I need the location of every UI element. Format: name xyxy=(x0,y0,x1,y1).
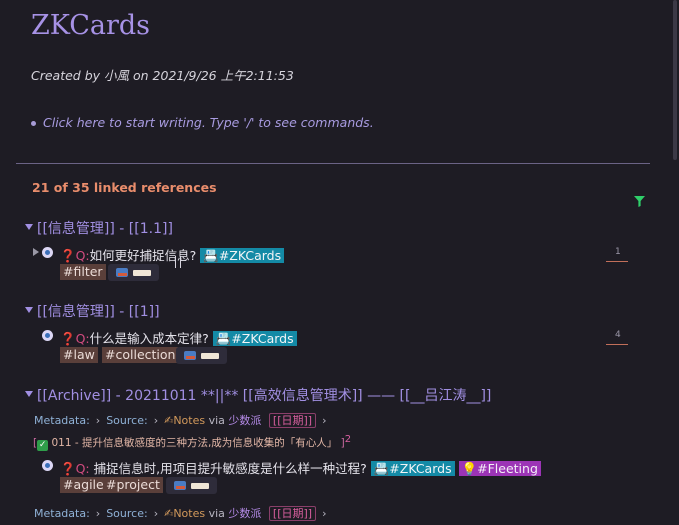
tag-zkcards[interactable]: 📇#ZKCards xyxy=(212,331,297,346)
reference-count-underline xyxy=(606,344,628,345)
book-icon xyxy=(184,351,196,360)
reference-count[interactable]: 4 xyxy=(615,330,621,340)
block-bullet-icon[interactable] xyxy=(42,460,53,471)
question-mark-icon: ❓ xyxy=(60,331,76,346)
tag-collection[interactable]: #collection xyxy=(102,347,179,363)
tag-project[interactable]: #project xyxy=(103,477,163,493)
reference-group-heading[interactable]: [[信息管理]] - [[1.1]] xyxy=(37,218,173,238)
block-bullet-icon[interactable] xyxy=(42,330,53,341)
question-block[interactable]: ❓Q:如何更好捕捉信息? 📇#ZKCards xyxy=(60,245,285,264)
metadata-breadcrumb: Metadata: › Source: › ✍Notes via 少数派 [[日期]] › xyxy=(34,506,327,521)
linked-references-count: 21 of 35 linked references xyxy=(32,180,217,195)
page: ZKCards Created by 小風 on 2021/9/26 上午2:1… xyxy=(0,0,679,525)
reference-group-heading[interactable]: [[信息管理]] - [[1]] xyxy=(37,301,160,321)
filter-icon[interactable] xyxy=(634,196,645,207)
collapse-caret[interactable] xyxy=(25,391,33,397)
parent-block[interactable]: [✓ 011 - 提升信息敏感度的三种方法,成为信息收集的「有心人」 ]2 xyxy=(33,434,351,451)
tag-law[interactable]: #law xyxy=(60,347,98,363)
reference-count-underline xyxy=(606,261,628,262)
created-by-line: Created by 小風 on 2021/9/26 上午2:11:53 xyxy=(31,68,294,83)
tag-zkcards[interactable]: 📇#ZKCards xyxy=(200,248,285,263)
divider xyxy=(16,163,650,164)
checkbox-icon[interactable]: ✓ xyxy=(37,440,49,451)
metadata-breadcrumb: Metadata: › Source: › ✍Notes via 少数派 [[日期]] › xyxy=(34,413,327,428)
emoji-chip xyxy=(108,264,159,281)
tag-agile[interactable]: #agile xyxy=(60,477,107,493)
book-icon xyxy=(174,481,186,490)
reference-count[interactable]: 1 xyxy=(615,247,621,257)
tag-filter[interactable]: #filter xyxy=(60,264,106,280)
question-block[interactable]: ❓Q:什么是输入成本定律? 📇#ZKCards xyxy=(60,328,297,347)
collapse-caret[interactable] xyxy=(25,307,33,313)
page-title[interactable]: ZKCards xyxy=(31,10,150,41)
scrollbar[interactable] xyxy=(673,0,677,160)
label-icon xyxy=(133,270,151,276)
collapse-caret[interactable] xyxy=(25,224,33,230)
date-link[interactable]: [[日期]] xyxy=(268,506,317,521)
block-bullet[interactable] xyxy=(31,121,36,126)
expand-caret[interactable] xyxy=(33,248,39,256)
question-mark-icon: ❓ xyxy=(60,248,76,263)
label-icon xyxy=(201,353,219,359)
block-bullet-icon[interactable] xyxy=(42,247,53,258)
date-link[interactable]: [[日期]] xyxy=(268,413,317,428)
emoji-chip xyxy=(166,477,217,494)
start-writing-hint[interactable]: Click here to start writing. Type '/' to… xyxy=(43,115,374,130)
emoji-chip xyxy=(176,347,227,364)
label-icon xyxy=(191,483,209,489)
reference-group-heading[interactable]: [[Archive]] - 20211011 **||** [[高效信息管理术]… xyxy=(37,385,491,405)
question-block[interactable]: ❓Q: 捕捉信息时,用项目提升敏感度是什么样一种过程? 📇#ZKCards 💡#… xyxy=(60,458,541,477)
book-icon xyxy=(116,268,128,277)
tag-zkcards[interactable]: 📇#ZKCards xyxy=(370,461,455,476)
question-mark-icon: ❓ xyxy=(60,461,76,476)
tag-fleeting[interactable]: 💡#Fleeting xyxy=(458,461,541,476)
text-cursor-icon xyxy=(175,256,181,268)
